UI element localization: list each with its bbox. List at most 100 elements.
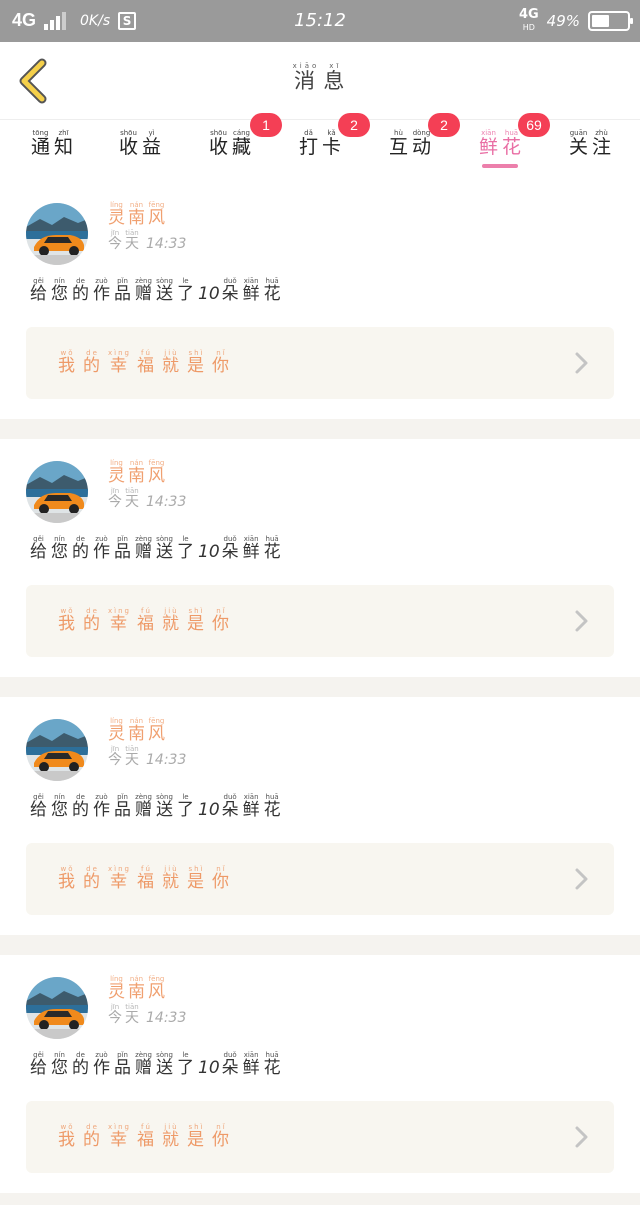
pinyin: wǒ: [60, 607, 75, 615]
pinyin: xiān: [243, 277, 259, 285]
date-char: jīn 今: [108, 745, 122, 768]
nav-header: xiāo 消 xī 息: [0, 42, 640, 120]
pinyin: líng: [110, 975, 123, 983]
pinyin: xiān: [243, 1051, 259, 1059]
message-char: nín 您: [51, 793, 68, 820]
pinyin: de: [86, 865, 99, 873]
message-char: zèng 赠: [135, 793, 152, 820]
pinyin: fēng: [148, 201, 165, 209]
user-name[interactable]: líng 灵 nán 南 fēng 风: [108, 717, 168, 744]
message-char: xiān 鲜: [243, 793, 260, 820]
card-separator: [0, 935, 640, 955]
work-title-char: xìng 幸: [108, 1123, 131, 1150]
card-separator: [0, 677, 640, 697]
pinyin: de: [76, 277, 85, 285]
hanzi: 打: [298, 136, 318, 158]
pinyin: zèng: [135, 535, 152, 543]
hanzi: 今: [108, 236, 122, 252]
pinyin: nín: [54, 793, 65, 801]
pinyin: zhī: [58, 129, 69, 137]
user-name[interactable]: líng 灵 nán 南 fēng 风: [108, 459, 168, 486]
tab-guānzhù[interactable]: guān 关 zhù 注: [554, 129, 626, 158]
pinyin: nǐ: [216, 865, 227, 873]
pinyin: fú: [141, 349, 152, 357]
hanzi: 的: [72, 542, 89, 562]
tab-label-char: cáng 藏: [232, 129, 251, 158]
work-title-char: shì 是: [187, 349, 206, 376]
message-text: gěi 给 nín 您 de 的 zuò 作 pǐn 品 zèng 赠 sòng 送 le 了 10 duǒ 朵 xi…: [30, 793, 285, 820]
hanzi: 花: [263, 1058, 281, 1078]
pinyin: pǐn: [117, 793, 128, 801]
message-card[interactable]: líng 灵 nán 南 fēng 风 jīn 今 tiān 天 14:33 gěi 给 nín 您 de 的 z…: [0, 181, 640, 419]
pinyin: shōu: [210, 129, 227, 137]
pinyin: de: [86, 349, 99, 357]
pinyin: fēng: [148, 459, 165, 467]
hanzi: 了: [177, 542, 194, 562]
avatar[interactable]: [26, 461, 88, 523]
time-text: 14:33: [146, 1010, 187, 1027]
user-name-char: líng 灵: [108, 459, 125, 486]
message-card[interactable]: líng 灵 nán 南 fēng 风 jīn 今 tiān 天 14:33 gěi 给 nín 您 de 的 z…: [0, 439, 640, 677]
pinyin: nǐ: [216, 349, 227, 357]
pinyin: dòng: [412, 129, 431, 137]
hanzi: 花: [502, 136, 522, 158]
message-char: sòng 送: [156, 277, 173, 304]
hanzi: 朵: [221, 284, 239, 304]
work-link[interactable]: wǒ 我 de 的 xìng 幸 fú 福 jiù 就 shì 是 nǐ 你: [26, 585, 614, 657]
hanzi: 赠: [135, 1058, 152, 1078]
user-name[interactable]: líng 灵 nán 南 fēng 风: [108, 975, 168, 1002]
pinyin: fú: [141, 1123, 152, 1131]
network-right-sub: HD: [522, 23, 535, 32]
message-char: pǐn 品: [114, 1051, 131, 1078]
tab-badge: 2: [338, 113, 370, 137]
pinyin: shì: [188, 1123, 205, 1131]
work-link[interactable]: wǒ 我 de 的 xìng 幸 fú 福 jiù 就 shì 是 nǐ 你: [26, 327, 614, 399]
pinyin: zèng: [135, 1051, 152, 1059]
message-card[interactable]: líng 灵 nán 南 fēng 风 jīn 今 tiān 天 14:33 gěi 给 nín 您 de 的 z…: [0, 955, 640, 1193]
work-link[interactable]: wǒ 我 de 的 xìng 幸 fú 福 jiù 就 shì 是 nǐ 你: [26, 843, 614, 915]
hanzi: 作: [93, 1058, 110, 1078]
message-card[interactable]: líng 灵 nán 南 fēng 风 jīn 今 tiān 天 14:33 gěi 给 nín 您 de 的 z…: [0, 697, 640, 935]
pinyin: jīn: [110, 1003, 120, 1011]
hanzi: 消: [293, 69, 318, 93]
hanzi: 的: [72, 1058, 89, 1078]
hanzi: 朵: [221, 542, 239, 562]
network-right-label: 4G: [518, 7, 539, 22]
hanzi: 南: [128, 466, 145, 486]
message-char: huā 花: [264, 1051, 281, 1078]
tab-shōuyì[interactable]: shōu 收 yì 益: [104, 129, 176, 158]
hanzi: 就: [161, 356, 181, 376]
message-text: gěi 给 nín 您 de 的 zuò 作 pǐn 品 zèng 赠 sòng 送 le 了 10 duǒ 朵 xi…: [30, 1051, 285, 1078]
user-name-char: líng 灵: [108, 717, 125, 744]
avatar[interactable]: [26, 719, 88, 781]
pinyin: xiān: [481, 129, 496, 137]
hanzi: 的: [83, 356, 102, 376]
tab-label-char: huā 花: [502, 129, 521, 158]
pinyin: huā: [265, 535, 279, 543]
hanzi: 就: [161, 872, 181, 892]
avatar[interactable]: [26, 977, 88, 1039]
battery-fill: [592, 15, 609, 27]
user-name-char: nán 南: [128, 201, 145, 228]
hanzi: 注: [592, 136, 612, 158]
hanzi: 的: [83, 614, 102, 634]
pinyin: nǐ: [216, 607, 227, 615]
user-name[interactable]: líng 灵 nán 南 fēng 风: [108, 201, 168, 228]
pinyin: wǒ: [60, 865, 75, 873]
work-link[interactable]: wǒ 我 de 的 xìng 幸 fú 福 jiù 就 shì 是 nǐ 你: [26, 1101, 614, 1173]
message-text: gěi 给 nín 您 de 的 zuò 作 pǐn 品 zèng 赠 sòng 送 le 了 10 duǒ 朵 xi…: [30, 277, 285, 304]
work-title-char: xìng 幸: [108, 607, 131, 634]
message-char: duǒ 朵: [222, 277, 239, 304]
hanzi: 的: [83, 872, 102, 892]
tab-label-char: xiān 鲜: [479, 129, 498, 158]
hanzi: 的: [72, 284, 89, 304]
pinyin: shì: [188, 865, 205, 873]
avatar[interactable]: [26, 203, 88, 265]
hanzi: 了: [177, 1058, 194, 1078]
message-char: le 了: [177, 535, 194, 562]
pinyin: xìng: [108, 349, 131, 357]
pinyin: zèng: [135, 793, 152, 801]
pinyin: pǐn: [117, 1051, 128, 1059]
tab-tōngzhī[interactable]: tōng 通 zhī 知: [16, 129, 88, 158]
pinyin: huā: [504, 129, 519, 137]
